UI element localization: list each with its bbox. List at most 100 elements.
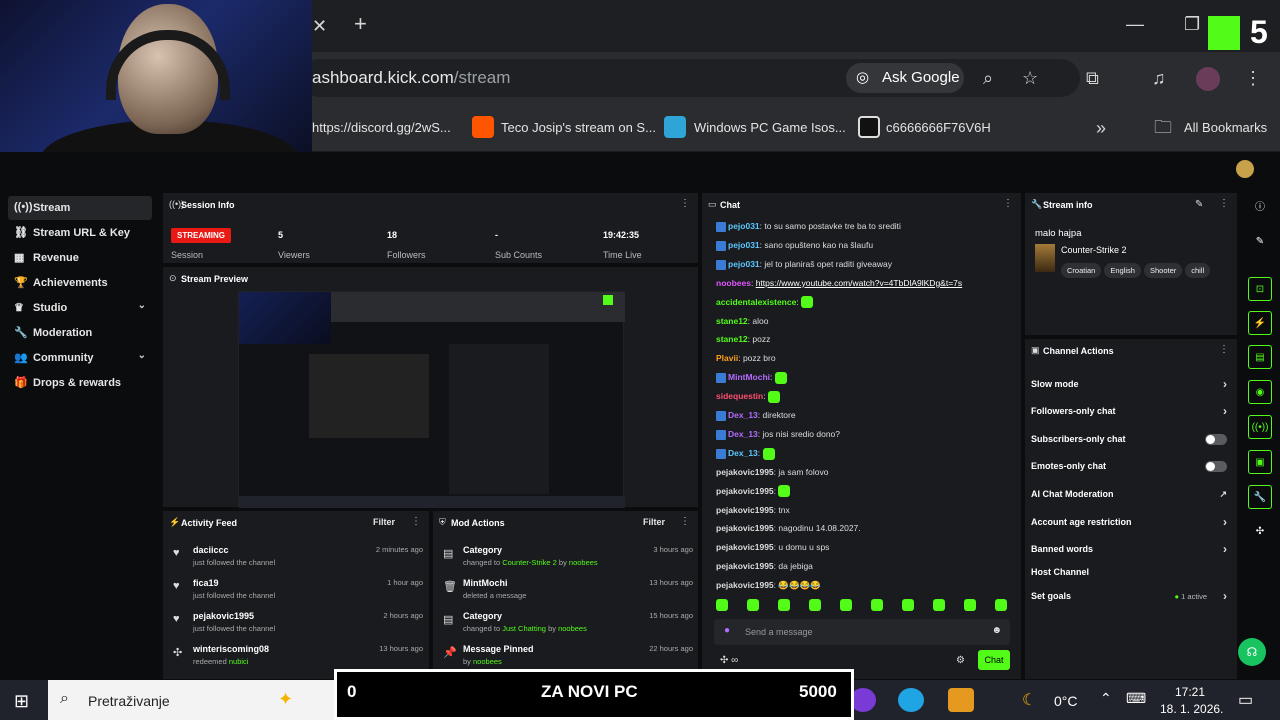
nav-revenue[interactable]: ▦ Revenue xyxy=(8,246,152,270)
emoji-icon[interactable]: ☻ xyxy=(991,625,1002,636)
toggle-switch[interactable] xyxy=(1205,434,1227,445)
close-tab-icon[interactable]: ✕ xyxy=(312,16,327,36)
wrench-icon[interactable]: 🔧 xyxy=(1248,485,1272,509)
profile-avatar[interactable] xyxy=(1196,67,1220,91)
all-bookmarks[interactable]: All Bookmarks xyxy=(1184,120,1267,135)
emotes-only-chat[interactable]: Emotes-only chat xyxy=(1031,461,1229,481)
nav-studio[interactable]: ♛ Studio ⌄ xyxy=(8,296,152,320)
bookmark-teco[interactable]: Teco Josip's stream on S... xyxy=(501,120,656,135)
set-goals[interactable]: Set goals ● 1 active › xyxy=(1031,589,1229,611)
chat-username[interactable]: pejakovic1995 xyxy=(716,561,774,571)
emote-icon[interactable] xyxy=(964,599,976,611)
chat-username[interactable]: pejo031 xyxy=(728,240,760,250)
more-bookmarks-icon[interactable]: » xyxy=(1096,118,1106,138)
chat-input[interactable]: ● Send a message ☻ xyxy=(714,619,1010,645)
chat-username[interactable]: sidequestin xyxy=(716,391,763,401)
chat-username[interactable]: Dex_13 xyxy=(728,429,758,439)
edit-icon[interactable]: ✎ xyxy=(1248,230,1272,254)
filter-button[interactable]: Filter xyxy=(643,517,665,527)
edit-icon[interactable]: ✎ xyxy=(1195,199,1203,210)
media-control-icon[interactable]: ♫ xyxy=(1152,68,1166,88)
emote-icon[interactable] xyxy=(778,599,790,611)
support-button[interactable]: ☊ xyxy=(1238,638,1266,666)
chat-username[interactable]: pejo031 xyxy=(728,259,760,269)
chat-bubble-icon[interactable]: ◉ xyxy=(1248,380,1272,404)
banned-words[interactable]: Banned words › xyxy=(1031,542,1229,564)
bookmark-discord[interactable]: https://discord.gg/2wS... xyxy=(312,120,451,135)
nav-moderation[interactable]: 🔧 Moderation xyxy=(8,321,152,345)
channel-icon[interactable]: ▣ xyxy=(1248,450,1272,474)
nav-community[interactable]: 👥 Community ⌄ xyxy=(8,346,152,370)
chat-link[interactable]: https://www.youtube.com/watch?v=4TbDlA9l… xyxy=(756,278,962,288)
emote-icon[interactable] xyxy=(809,599,821,611)
zoom-icon[interactable]: ⌕ xyxy=(983,68,993,88)
bookmark-windows-game[interactable]: Windows PC Game Isos... xyxy=(694,120,846,135)
document-icon[interactable]: ▤ xyxy=(1248,345,1272,369)
gear-icon[interactable]: ⚙ xyxy=(956,655,965,666)
info-icon[interactable]: ⓘ xyxy=(1248,196,1272,220)
kebab-menu-icon[interactable]: ⋮ xyxy=(1219,198,1229,209)
chat-username[interactable]: noobees xyxy=(716,278,751,288)
host-channel[interactable]: Host Channel xyxy=(1031,567,1229,587)
emote-icon[interactable] xyxy=(871,599,883,611)
kebab-menu-icon[interactable]: ⋮ xyxy=(1219,344,1229,355)
chat-username[interactable]: pejakovic1995 xyxy=(716,542,774,552)
subscribers-only-chat[interactable]: Subscribers-only chat xyxy=(1031,434,1229,454)
taskbar-search[interactable]: ⌕ Pretraživanje ✦ xyxy=(48,680,334,720)
followers-only-chat[interactable]: Followers-only chat › xyxy=(1031,404,1229,426)
broadcast-icon[interactable]: ((•)) xyxy=(1248,415,1272,439)
nav-stream-url[interactable]: ⛓ Stream URL & Key xyxy=(8,221,152,245)
menu-kebab-icon[interactable]: ⋮ xyxy=(1244,68,1262,88)
drops-icon[interactable]: ✣ xyxy=(1248,520,1272,544)
filter-button[interactable]: Filter xyxy=(373,517,395,527)
preview-video[interactable] xyxy=(238,291,625,508)
notification-icon[interactable]: ▭ xyxy=(1238,690,1253,710)
nav-stream[interactable]: ((•)) Stream xyxy=(8,196,152,220)
kebab-menu-icon[interactable]: ⋮ xyxy=(680,198,690,209)
maximize-icon[interactable]: ❐ xyxy=(1184,14,1200,34)
slow-mode[interactable]: Slow mode › xyxy=(1031,377,1229,399)
toggle-switch[interactable] xyxy=(1205,461,1227,472)
kebab-menu-icon[interactable]: ⋮ xyxy=(411,516,421,527)
chat-username[interactable]: Plavii xyxy=(716,353,738,363)
chat-send-button[interactable]: Chat xyxy=(978,650,1010,670)
minimize-icon[interactable]: — xyxy=(1126,14,1144,34)
chat-username[interactable]: pejakovic1995 xyxy=(716,505,774,515)
new-tab-icon[interactable]: + xyxy=(354,13,367,35)
nav-achievements[interactable]: 🏆 Achievements xyxy=(8,271,152,295)
emote-icon[interactable] xyxy=(902,599,914,611)
chat-username[interactable]: Dex_13 xyxy=(728,410,758,420)
chat-username[interactable]: pejakovic1995 xyxy=(716,580,774,590)
keyboard-icon[interactable]: ⌨ xyxy=(1126,690,1146,707)
chat-username[interactable]: stane12 xyxy=(716,316,748,326)
nav-drops[interactable]: 🎁 Drops & rewards xyxy=(8,371,152,395)
emote-icon[interactable] xyxy=(995,599,1007,611)
windows-start-icon[interactable]: ⊞ xyxy=(14,691,29,712)
user-avatar[interactable] xyxy=(1236,160,1254,178)
chat-username[interactable]: Dex_13 xyxy=(728,448,758,458)
chat-username[interactable]: accidentalexistence xyxy=(716,297,796,307)
bookmark-star-icon[interactable]: ☆ xyxy=(1022,68,1038,88)
chat-settings-icon[interactable]: ✣ ∞ xyxy=(720,655,738,666)
ask-google-button[interactable]: ◎ Ask Google xyxy=(846,63,964,93)
address-bar[interactable]: ashboard.kick.com/stream ◎ Ask Google ⌕ … xyxy=(300,59,1080,97)
counter-strike-icon[interactable] xyxy=(948,688,974,712)
kebab-menu-icon[interactable]: ⋮ xyxy=(1003,198,1013,209)
chevron-up-icon[interactable]: ⌃ xyxy=(1100,690,1112,707)
chat-username[interactable]: MintMochi xyxy=(728,372,770,382)
bookmark-code[interactable]: c6666666F76V6H xyxy=(886,120,991,135)
chat-username[interactable]: pejakovic1995 xyxy=(716,467,774,477)
emote-icon[interactable] xyxy=(716,599,728,611)
emote-icon[interactable] xyxy=(747,599,759,611)
emote-icon[interactable] xyxy=(840,599,852,611)
chat-username[interactable]: pejakovic1995 xyxy=(716,523,774,533)
account-age-restriction[interactable]: Account age restriction › xyxy=(1031,515,1229,537)
chat-username[interactable]: pejakovic1995 xyxy=(716,486,774,496)
chat-username[interactable]: stane12 xyxy=(716,334,748,344)
bolt-icon[interactable]: ⚡ xyxy=(1248,311,1272,335)
chat-username[interactable]: pejo031 xyxy=(728,221,760,231)
extensions-icon[interactable]: ⧉ xyxy=(1086,68,1099,88)
emote-icon[interactable] xyxy=(933,599,945,611)
kebab-menu-icon[interactable]: ⋮ xyxy=(680,516,690,527)
target-icon[interactable]: ⊡ xyxy=(1248,277,1272,301)
